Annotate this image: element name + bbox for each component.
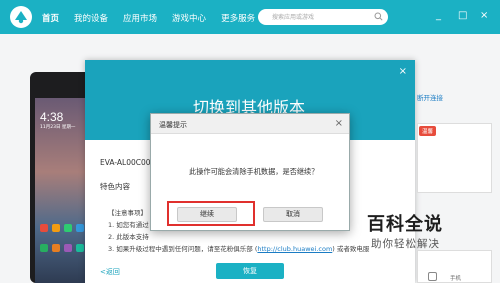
- search-icon[interactable]: [374, 12, 383, 21]
- nav-app-market[interactable]: 应用市场: [123, 12, 157, 24]
- maximize-icon[interactable]: □: [458, 11, 467, 21]
- notice-line: 2. 此版本支持: [108, 233, 149, 241]
- dialog-message: 此操作可能会清除手机数据，是否继续？: [189, 167, 319, 176]
- club-link[interactable]: http://club.huawei.com: [257, 245, 332, 253]
- restore-button[interactable]: 恢复: [216, 263, 284, 279]
- top-bar: 首页 我的设备 应用市场 游戏中心 更多服务 搜索应用或游戏 _ □ ×: [0, 0, 500, 34]
- main-nav: 首页 我的设备 应用市场 游戏中心 更多服务: [42, 12, 270, 24]
- app-icon: [52, 244, 60, 252]
- app-icon: [40, 224, 48, 232]
- nav-home[interactable]: 首页: [42, 12, 59, 24]
- app-icon: [76, 244, 84, 252]
- features-label: 特色内容: [100, 182, 130, 191]
- notice-line-text: ) 或者致电服: [332, 245, 370, 253]
- nav-my-devices[interactable]: 我的设备: [74, 12, 108, 24]
- disconnect-link[interactable]: 断开连接: [417, 92, 443, 102]
- search-placeholder: 搜索应用或游戏: [272, 14, 315, 21]
- app-icon: [40, 244, 48, 252]
- app-icon: [76, 224, 84, 232]
- dialog-close-icon[interactable]: ×: [335, 118, 343, 129]
- app-icon: [52, 224, 60, 232]
- watermark-title: 百科全说: [367, 214, 443, 235]
- phone-date: 11月23日 星期一: [40, 125, 76, 130]
- tip-badge: 温馨: [419, 126, 437, 136]
- watermark-subtitle: 助你轻松解决: [371, 238, 440, 250]
- dialog-header: 温馨提示 ×: [151, 114, 349, 134]
- notice-line-text: 3. 如果升级过程中遇到任何问题，请至花粉俱乐部 (: [108, 245, 258, 253]
- notice-line: 3. 如果升级过程中遇到任何问题，请至花粉俱乐部 (http://club.hu…: [108, 243, 369, 255]
- logo-mark: [15, 11, 27, 24]
- huawei-logo: [10, 6, 32, 28]
- nav-game-center[interactable]: 游戏中心: [172, 12, 206, 24]
- cancel-button[interactable]: 取消: [263, 207, 323, 222]
- minimize-icon[interactable]: _: [436, 11, 441, 21]
- search-input[interactable]: 搜索应用或游戏: [258, 9, 388, 25]
- side-item-label[interactable]: 手机: [450, 274, 461, 282]
- phone-time: 4:38: [40, 110, 64, 124]
- nav-more-services[interactable]: 更多服务: [221, 12, 255, 24]
- phone-icon[interactable]: [428, 272, 437, 281]
- back-link[interactable]: <返回: [100, 267, 120, 277]
- app-icon: [64, 224, 72, 232]
- close-icon[interactable]: ×: [480, 11, 488, 21]
- dialog-title: 温馨提示: [159, 121, 187, 129]
- device-model: EVA-AL00C00B: [100, 158, 156, 167]
- phone-image: 4:38 11月23日 星期一: [30, 72, 92, 283]
- highlight-box: [167, 201, 255, 226]
- app-icon: [64, 244, 72, 252]
- panel-close-icon[interactable]: ×: [399, 66, 407, 77]
